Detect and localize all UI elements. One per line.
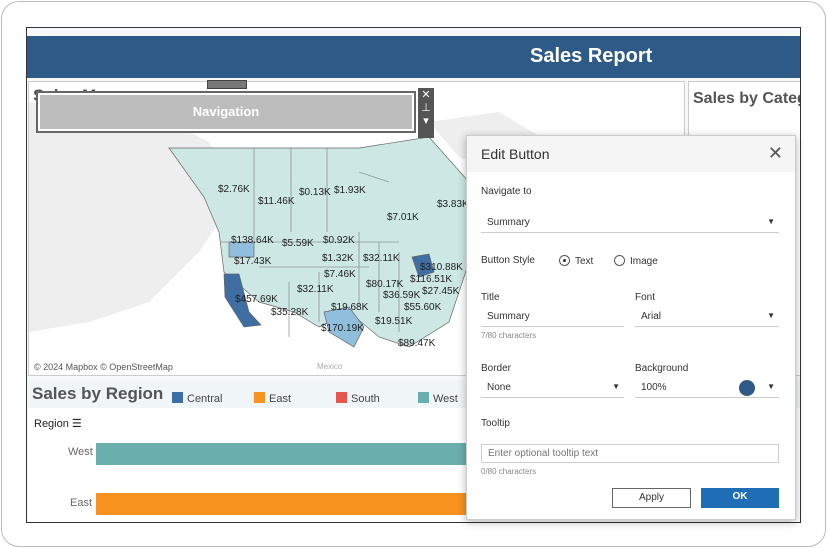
region-title: Sales by Region xyxy=(32,384,164,403)
map-value-label: $3.83K xyxy=(437,199,469,210)
map-value-label: $35.28K xyxy=(271,307,309,318)
map-value-label: $1.93K xyxy=(334,185,366,196)
map-value-label: $11.46K xyxy=(258,196,295,207)
map-value-label: $32.11K xyxy=(363,253,400,264)
chevron-down-icon: ▼ xyxy=(767,311,775,320)
close-icon[interactable]: ✕ xyxy=(768,143,783,164)
tooltip-char-count: 0/80 characters xyxy=(481,467,537,476)
drag-handle[interactable] xyxy=(207,80,247,89)
map-value-label: $17.43K xyxy=(234,256,272,267)
map-value-label: $19.68K xyxy=(331,302,369,313)
navigation-controls: ✕ ⊥ ▾ xyxy=(418,88,434,138)
map-value-label: $138.64K xyxy=(231,235,274,246)
dashboard-title: Sales Report xyxy=(530,45,653,67)
map-value-label: $7.46K xyxy=(324,269,356,280)
background-label: Background xyxy=(635,363,689,374)
map-value-label: $27.45K xyxy=(422,286,460,297)
legend-south[interactable]: South xyxy=(336,392,380,405)
dialog-header: Edit Button ✕ xyxy=(467,136,795,172)
font-select[interactable]: Arial ▼ xyxy=(635,307,779,327)
border-label: Border xyxy=(481,363,512,374)
chevron-down-icon: ▼ xyxy=(767,382,775,391)
region-field-label[interactable]: Region ☰ xyxy=(34,417,82,430)
bar-east[interactable] xyxy=(96,493,476,515)
map-place-label: Mexico xyxy=(317,362,343,371)
edit-button-dialog: Edit Button ✕ Navigate to Summary ▼ Button… xyxy=(466,135,796,520)
more-icon[interactable]: ▾ xyxy=(418,114,434,127)
title-input[interactable]: Summary xyxy=(481,307,624,327)
style-text-radio[interactable]: Text xyxy=(559,255,593,267)
map-value-label: $1.32K xyxy=(322,253,354,264)
map-value-label: $19.51K xyxy=(375,316,413,327)
map-value-label: $310.88K xyxy=(420,262,463,273)
navigate-select[interactable]: Summary ▼ xyxy=(481,213,779,233)
tooltip-label: Tooltip xyxy=(481,418,510,429)
apply-button[interactable]: Apply xyxy=(612,488,691,508)
map-value-label: $7.01K xyxy=(387,212,419,223)
title-label: Title xyxy=(481,292,500,303)
dialog-title: Edit Button xyxy=(481,146,550,162)
map-value-label: $170.19K xyxy=(321,323,364,334)
map-value-label: $0.92K xyxy=(323,235,355,246)
bar-label-east: East xyxy=(70,497,93,509)
map-value-label: $5.59K xyxy=(282,238,314,249)
button-style-label: Button Style xyxy=(481,255,535,266)
chevron-down-icon: ▼ xyxy=(767,217,775,226)
navigation-button[interactable]: Navigation xyxy=(36,91,416,133)
navigation-button-label: Navigation xyxy=(40,95,412,129)
map-attribution[interactable]: © 2024 Mapbox © OpenStreetMap xyxy=(34,362,173,372)
tooltip-input[interactable] xyxy=(481,444,779,463)
legend-east[interactable]: East xyxy=(254,392,291,405)
bar-west[interactable] xyxy=(96,443,476,465)
legend-west[interactable]: West xyxy=(418,392,458,405)
background-color-swatch xyxy=(739,380,755,396)
map-value-label: $116.51K xyxy=(410,274,453,285)
ok-button[interactable]: OK xyxy=(701,488,779,508)
map-value-label: $2.76K xyxy=(218,184,250,195)
map-value-label: $32.11K xyxy=(297,284,334,295)
legend-central[interactable]: Central xyxy=(172,392,222,405)
navigate-label: Navigate to xyxy=(481,186,532,197)
style-image-radio[interactable]: Image xyxy=(614,255,658,267)
title-char-count: 7/80 characters xyxy=(481,331,537,340)
map-value-label: $0.13K xyxy=(299,187,331,198)
close-icon[interactable]: ✕ xyxy=(418,88,434,101)
sort-icon: ☰ xyxy=(71,418,82,430)
bar-label-west: West xyxy=(68,446,93,458)
pin-icon[interactable]: ⊥ xyxy=(418,101,434,114)
map-value-label: $36.59K xyxy=(383,290,421,301)
map-value-label: $55.60K xyxy=(404,302,442,313)
category-title: Sales by Category xyxy=(693,90,800,107)
map-value-label: $457.69K xyxy=(235,294,278,305)
map-value-label: $80.17K xyxy=(366,279,404,290)
font-label: Font xyxy=(635,292,656,303)
background-select[interactable]: 100% ▼ xyxy=(635,378,779,398)
map-value-label: $89.47K xyxy=(398,338,436,349)
chevron-down-icon: ▼ xyxy=(612,382,620,391)
dashboard-header: Sales Report xyxy=(27,36,800,78)
border-select[interactable]: None ▼ xyxy=(481,378,624,398)
